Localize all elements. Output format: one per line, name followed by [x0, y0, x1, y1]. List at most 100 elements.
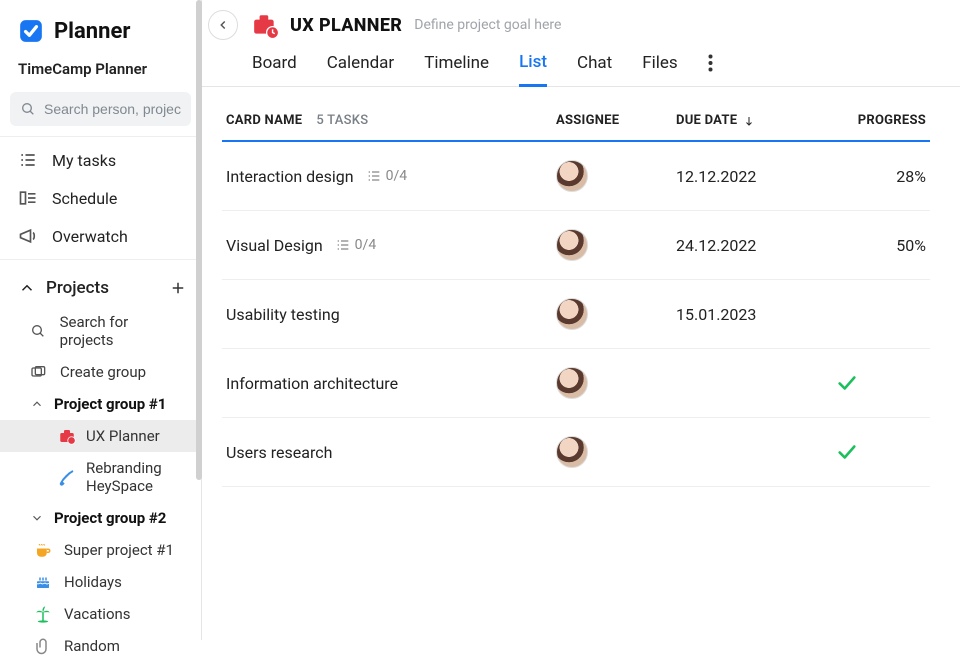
coffee-icon — [34, 541, 52, 559]
card-title: Visual Design — [226, 236, 323, 255]
task-count: 5 TASKS — [316, 113, 368, 128]
project-super-1[interactable]: Super project #1 — [0, 534, 201, 566]
tabs-more-icon[interactable] — [708, 54, 713, 84]
project-icon — [252, 12, 278, 38]
projects-section-header[interactable]: Projects — [0, 264, 201, 306]
search-icon — [30, 323, 48, 339]
table-row[interactable]: Visual Design 0/4 24.12.202250% — [222, 211, 930, 280]
tab-list[interactable]: List — [519, 52, 547, 87]
card-name-cell: Information architecture — [226, 374, 556, 393]
main-panel: UX PLANNER Define project goal here Boar… — [202, 0, 960, 640]
collapse-sidebar-button[interactable] — [208, 10, 238, 40]
table-row[interactable]: Interaction design0/4 12.12.202228% — [222, 142, 930, 211]
due-date-cell[interactable]: 15.01.2023 — [676, 305, 836, 324]
due-date-cell[interactable]: 12.12.2022 — [676, 167, 836, 186]
project-name: Holidays — [64, 573, 122, 591]
tab-timeline[interactable]: Timeline — [424, 53, 489, 85]
project-group-2[interactable]: Project group #2 — [0, 502, 201, 534]
sub-label: Create group — [60, 363, 146, 381]
project-name: Vacations — [64, 605, 131, 623]
brush-icon — [58, 468, 76, 486]
app-logo-icon — [18, 18, 44, 44]
project-tabs: Board Calendar Timeline List Chat Files — [202, 40, 960, 87]
nav-overwatch[interactable]: Overwatch — [0, 217, 201, 255]
create-group[interactable]: Create group — [0, 356, 201, 388]
table-row[interactable]: Usability testing 15.01.2023 — [222, 280, 930, 349]
due-date-cell[interactable]: 24.12.2022 — [676, 236, 836, 255]
subtask-count: 0/4 — [366, 168, 408, 184]
project-title: UX PLANNER — [290, 15, 402, 36]
table-row[interactable]: Users research — [222, 418, 930, 487]
assignee-cell[interactable] — [556, 229, 676, 261]
tab-board[interactable]: Board — [252, 53, 297, 85]
nav-label: Overwatch — [52, 227, 128, 246]
project-ux-planner[interactable]: UX Planner — [0, 420, 201, 452]
avatar[interactable] — [556, 160, 588, 192]
divider — [0, 136, 201, 137]
tab-files[interactable]: Files — [642, 53, 677, 85]
section-title: Projects — [46, 278, 109, 298]
sidebar: Planner TimeCamp Planner My tasks Schedu… — [0, 0, 202, 640]
project-vacations[interactable]: Vacations — [0, 598, 201, 630]
chevron-up-icon — [18, 279, 36, 297]
tasks-icon — [18, 150, 38, 170]
assignee-cell[interactable] — [556, 298, 676, 330]
assignee-cell[interactable] — [556, 367, 676, 399]
megaphone-icon — [18, 226, 38, 246]
table-row[interactable]: Information architecture — [222, 349, 930, 418]
divider — [0, 259, 201, 260]
group-name: Project group #1 — [54, 395, 166, 413]
project-header: UX PLANNER Define project goal here — [202, 0, 960, 40]
col-card-name[interactable]: CARD NAME — [226, 113, 302, 128]
project-name: Super project #1 — [64, 541, 174, 559]
avatar[interactable] — [556, 436, 588, 468]
project-group-1[interactable]: Project group #1 — [0, 388, 201, 420]
col-due-date[interactable]: DUE DATE — [676, 113, 836, 128]
assignee-cell[interactable] — [556, 160, 676, 192]
subtask-count: 0/4 — [335, 237, 377, 253]
project-random[interactable]: Random — [0, 630, 201, 662]
nav-schedule[interactable]: Schedule — [0, 179, 201, 217]
col-assignee[interactable]: ASSIGNEE — [556, 113, 676, 128]
group-name: Project group #2 — [54, 509, 166, 527]
col-progress[interactable]: PROGRESS — [836, 113, 926, 128]
app-name: Planner — [54, 19, 130, 44]
card-title: Users research — [226, 443, 332, 462]
search-projects[interactable]: Search for projects — [0, 306, 201, 356]
chevron-down-icon — [30, 511, 44, 525]
card-name-cell: Visual Design 0/4 — [226, 236, 556, 255]
cake-icon — [34, 573, 52, 591]
project-name: Rebranding HeySpace — [86, 459, 183, 495]
done-check-icon — [836, 441, 926, 463]
avatar[interactable] — [556, 229, 588, 261]
tab-chat[interactable]: Chat — [577, 53, 612, 85]
project-holidays[interactable]: Holidays — [0, 566, 201, 598]
palm-icon — [34, 605, 52, 623]
done-check-icon — [836, 372, 926, 394]
search-icon — [20, 101, 36, 117]
progress-cell: 28% — [836, 167, 926, 186]
add-project-icon[interactable] — [169, 279, 187, 297]
global-search-input[interactable] — [44, 101, 181, 117]
app-logo-row: Planner — [0, 0, 201, 56]
progress-cell — [836, 441, 926, 463]
assignee-cell[interactable] — [556, 436, 676, 468]
project-rebranding[interactable]: Rebranding HeySpace — [0, 452, 201, 502]
task-table: CARD NAME 5 TASKS ASSIGNEE DUE DATE PROG… — [202, 87, 960, 487]
avatar[interactable] — [556, 367, 588, 399]
avatar[interactable] — [556, 298, 588, 330]
tab-calendar[interactable]: Calendar — [327, 53, 394, 85]
card-name-cell: Interaction design0/4 — [226, 167, 556, 186]
col-due-label: DUE DATE — [676, 113, 737, 128]
schedule-icon — [18, 188, 38, 208]
nav-my-tasks[interactable]: My tasks — [0, 141, 201, 179]
progress-cell: 50% — [836, 236, 926, 255]
card-name-cell: Usability testing — [226, 305, 556, 324]
nav-label: Schedule — [52, 189, 117, 208]
project-goal-placeholder[interactable]: Define project goal here — [414, 17, 561, 33]
progress-cell — [836, 372, 926, 394]
nav-label: My tasks — [52, 151, 116, 170]
global-search[interactable] — [10, 92, 191, 126]
chevron-up-icon — [30, 397, 44, 411]
sub-label: Search for projects — [60, 313, 183, 349]
